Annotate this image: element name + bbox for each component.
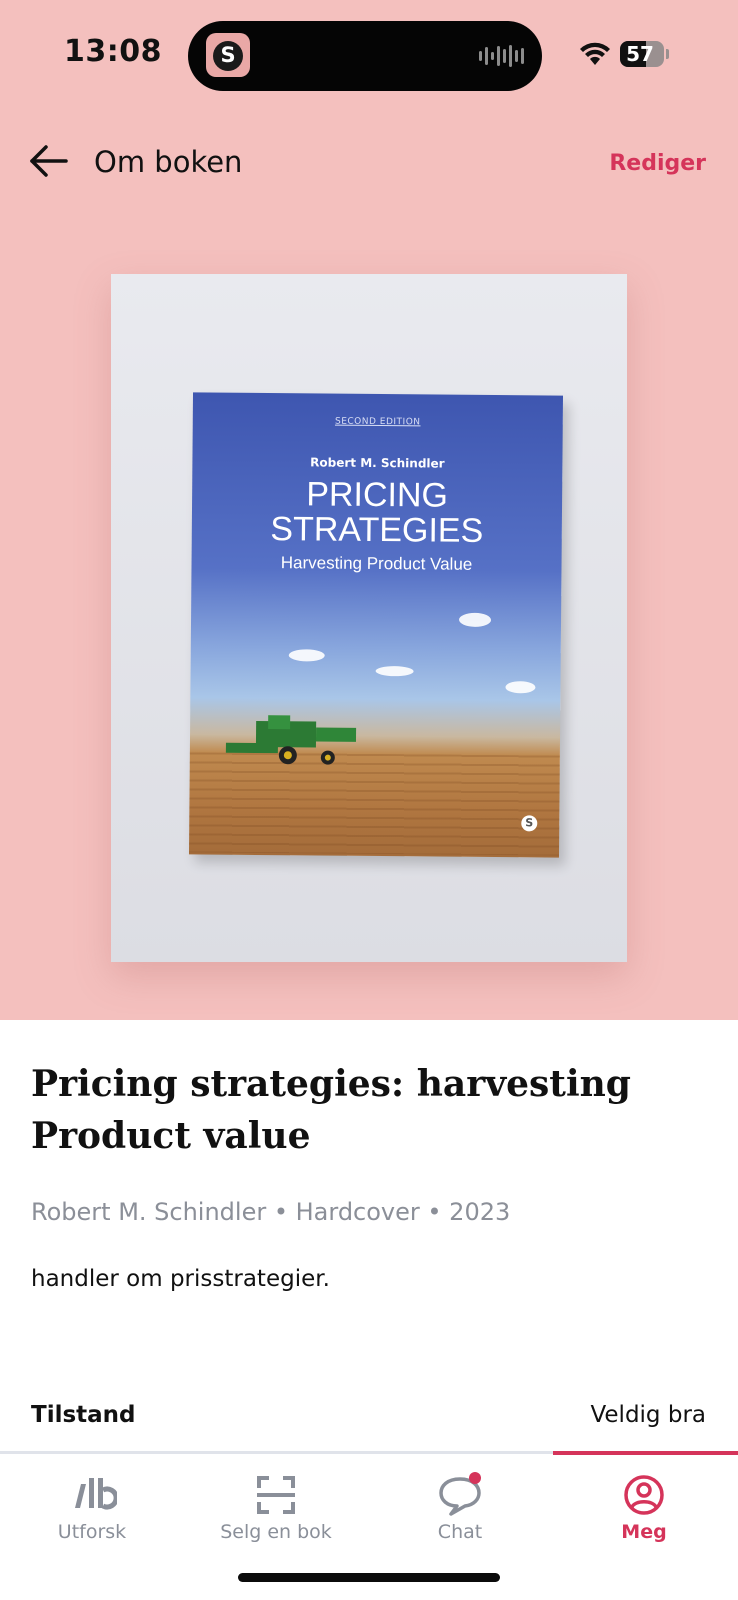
nav-label-meg: Meg	[621, 1521, 667, 1543]
chat-bubble-icon	[439, 1472, 481, 1516]
status-time: 13:08	[64, 34, 162, 69]
publisher-logo-icon: S	[521, 815, 538, 832]
island-app-icon: S	[206, 33, 250, 77]
profile-icon	[624, 1475, 664, 1515]
combine-harvester-image	[225, 715, 357, 765]
cover-title: PRICING STRATEGIES	[192, 475, 563, 550]
nav-label-chat: Chat	[437, 1521, 483, 1543]
cloud-shape	[458, 612, 492, 628]
book-meta: Robert M. Schindler • Hardcover • 2023	[31, 1198, 511, 1226]
nav-item-chat[interactable]: Chat	[368, 1455, 552, 1575]
book-cover-photo[interactable]: SECOND EDITION Robert M. Schindler PRICI…	[111, 274, 627, 962]
nav-label-utforsk: Utforsk	[57, 1521, 127, 1543]
island-app-letter: S	[220, 43, 236, 67]
cloud-shape	[505, 681, 536, 694]
scan-icon	[257, 1476, 295, 1514]
back-button[interactable]	[26, 138, 72, 184]
condition-label: Tilstand	[31, 1402, 136, 1428]
cloud-shape	[288, 649, 325, 662]
book-title: Pricing strategies: harvesting Product v…	[31, 1063, 631, 1157]
cover-edition: SECOND EDITION	[334, 416, 421, 428]
dynamic-island: S	[188, 21, 542, 91]
audio-wave-icon	[479, 45, 524, 67]
cover-title-line2: STRATEGIES	[270, 510, 484, 550]
battery-level: 57	[626, 42, 654, 66]
cover-area: 13:08 S 57 Om boken Rediger SECOND EDITI…	[0, 0, 738, 1020]
wheat-field	[189, 752, 560, 856]
nav-item-meg[interactable]: Meg	[552, 1455, 736, 1575]
wifi-icon	[580, 42, 610, 65]
book-cover: SECOND EDITION Robert M. Schindler PRICI…	[188, 392, 564, 858]
condition-value: Veldig bra	[590, 1402, 706, 1428]
cover-title-line1: PRICING	[306, 475, 449, 515]
cover-subtitle: Harvesting Product Value	[280, 553, 473, 574]
notification-dot	[469, 1472, 481, 1484]
battery-icon: 57	[620, 41, 664, 67]
home-indicator[interactable]	[238, 1573, 500, 1582]
cover-author: Robert M. Schindler	[310, 455, 445, 471]
book-description: handler om prisstrategier.	[31, 1266, 330, 1292]
nav-item-selg-en-bok[interactable]: Selg en bok	[184, 1455, 368, 1575]
arrow-left-icon	[30, 145, 68, 177]
cloud-shape	[375, 665, 414, 677]
explore-logo-icon	[75, 1478, 117, 1510]
nav-item-utforsk[interactable]: Utforsk	[0, 1455, 184, 1575]
nav-label-selg-en-bok: Selg en bok	[220, 1521, 332, 1543]
battery-tip	[666, 49, 669, 59]
page-title: Om boken	[94, 145, 243, 179]
edit-button[interactable]: Rediger	[609, 151, 706, 176]
